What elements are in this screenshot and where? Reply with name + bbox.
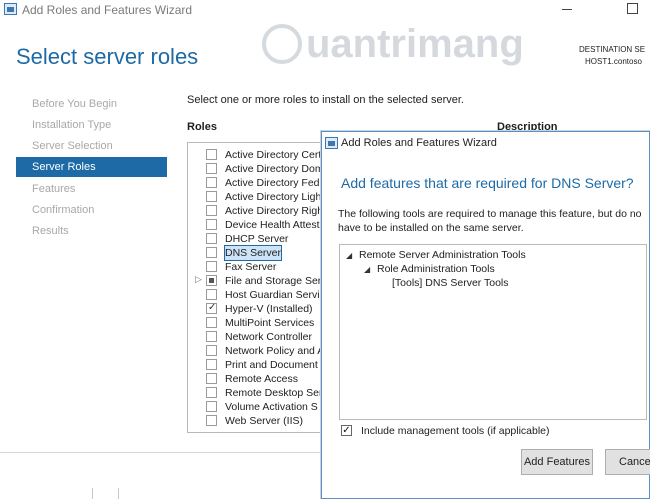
role-checkbox[interactable] <box>206 205 217 216</box>
footer-separator <box>118 488 119 499</box>
role-checkbox[interactable] <box>206 191 217 202</box>
role-item[interactable]: Fax Server <box>188 260 326 274</box>
role-item[interactable]: Web Server (IIS) <box>188 414 326 428</box>
role-item[interactable]: Network Controller <box>188 330 326 344</box>
tree-item-role-admin-tools[interactable]: Role Administration Tools <box>377 263 495 275</box>
role-item[interactable]: Active Directory Righ <box>188 204 326 218</box>
role-checkbox[interactable] <box>206 177 217 188</box>
window-title: Add Roles and Features Wizard <box>22 3 193 17</box>
role-checkbox[interactable] <box>206 359 217 370</box>
role-item[interactable]: Print and Document <box>188 358 326 372</box>
watermark-logo-icon <box>262 24 302 64</box>
role-item[interactable]: Active Directory Dom <box>188 162 326 176</box>
role-label: Active Directory Righ <box>225 205 324 217</box>
role-checkbox[interactable] <box>206 373 217 384</box>
include-management-label[interactable]: Include management tools (if applicable) <box>361 425 550 437</box>
role-label: Device Health Attest <box>225 219 320 231</box>
role-label: Network Policy and A <box>225 345 325 357</box>
role-checkbox[interactable] <box>206 233 217 244</box>
nav-results[interactable]: Results <box>32 225 69 237</box>
wizard-icon <box>4 3 17 15</box>
tree-item-dns-tools[interactable]: [Tools] DNS Server Tools <box>392 277 509 289</box>
role-label: Active Directory Dom <box>225 163 324 175</box>
instruction-text: Select one or more roles to install on t… <box>187 94 464 106</box>
cancel-button[interactable]: Cance <box>605 449 650 475</box>
expand-arrow-icon[interactable]: ▷ <box>195 274 202 285</box>
role-checkbox[interactable] <box>206 247 217 258</box>
dialog-wizard-icon <box>325 137 338 149</box>
tree-item-rsat[interactable]: Remote Server Administration Tools <box>359 249 526 261</box>
nav-confirmation[interactable]: Confirmation <box>32 204 94 216</box>
role-checkbox[interactable] <box>206 401 217 412</box>
role-item[interactable]: Host Guardian Servic <box>188 288 326 302</box>
add-features-button[interactable]: Add Features <box>521 449 593 475</box>
role-item[interactable]: Active Directory Fed <box>188 176 326 190</box>
role-item[interactable]: ✓ Hyper-V (Installed) <box>188 302 326 316</box>
maximize-button[interactable] <box>627 3 638 14</box>
role-label: DNS Server <box>223 245 283 261</box>
role-label: MultiPoint Services <box>225 317 315 329</box>
nav-before-you-begin[interactable]: Before You Begin <box>32 98 117 110</box>
role-item[interactable]: Remote Desktop Ser <box>188 386 326 400</box>
role-checkbox[interactable] <box>206 289 217 300</box>
role-checkbox[interactable] <box>206 345 217 356</box>
roles-header: Roles <box>187 121 217 133</box>
role-label: DHCP Server <box>225 233 289 245</box>
role-checkbox-checked[interactable]: ✓ <box>206 302 217 314</box>
dialog-title: Add Roles and Features Wizard <box>341 137 497 149</box>
dialog-heading: Add features that are required for DNS S… <box>341 175 634 191</box>
role-item[interactable]: ▷ File and Storage Ser <box>188 274 326 288</box>
role-label: Active Directory Cert <box>225 149 322 161</box>
roles-list[interactable]: Active Directory Cert Active Directory D… <box>187 142 327 433</box>
collapse-triangle-icon[interactable]: ◢ <box>346 251 352 260</box>
role-item[interactable]: Active Directory Ligh <box>188 190 326 204</box>
page-title: Select server roles <box>16 44 199 69</box>
role-checkbox[interactable] <box>206 387 217 398</box>
nav-server-roles[interactable]: Server Roles <box>32 161 96 173</box>
role-item[interactable]: Volume Activation S <box>188 400 326 414</box>
dialog-description-line1: The following tools are required to mana… <box>338 208 642 220</box>
role-checkbox[interactable] <box>206 219 217 230</box>
destination-server-host: HOST1.contoso <box>585 57 642 66</box>
role-checkbox[interactable] <box>206 415 217 426</box>
role-checkbox[interactable] <box>206 261 217 272</box>
nav-server-selection[interactable]: Server Selection <box>32 140 113 152</box>
role-checkbox-partial[interactable] <box>206 275 217 286</box>
role-checkbox[interactable] <box>206 149 217 160</box>
role-label: Web Server (IIS) <box>225 415 303 427</box>
destination-server-label: DESTINATION SE <box>579 45 646 54</box>
role-item[interactable]: Remote Access <box>188 372 326 386</box>
minimize-button[interactable] <box>562 9 572 10</box>
role-label: Print and Document <box>225 359 318 371</box>
role-checkbox[interactable] <box>206 317 217 328</box>
role-item[interactable]: MultiPoint Services <box>188 316 326 330</box>
role-item-selected[interactable]: DNS Server <box>188 245 326 261</box>
role-item[interactable]: Device Health Attest <box>188 218 326 232</box>
role-label: Active Directory Fed <box>225 177 320 189</box>
dialog-description-line2: have to be installed on the same server. <box>338 222 524 234</box>
include-management-checkbox[interactable]: ✓ <box>341 425 352 436</box>
role-item[interactable]: DHCP Server <box>188 232 326 246</box>
role-label: Fax Server <box>225 261 277 273</box>
role-label: Hyper-V (Installed) <box>225 303 313 315</box>
nav-installation-type[interactable]: Installation Type <box>32 119 111 131</box>
role-item[interactable]: Network Policy and A <box>188 344 326 358</box>
role-checkbox[interactable] <box>206 331 217 342</box>
role-label: Active Directory Ligh <box>225 191 322 203</box>
role-label: Host Guardian Servic <box>225 289 325 301</box>
footer-divider <box>0 452 320 453</box>
watermark: uantrimang <box>306 22 524 66</box>
role-label: File and Storage Ser <box>225 275 322 287</box>
collapse-triangle-icon[interactable]: ◢ <box>364 265 370 274</box>
role-label: Network Controller <box>225 331 312 343</box>
role-label: Volume Activation S <box>225 401 318 413</box>
role-label: Remote Access <box>225 373 298 385</box>
role-label: Remote Desktop Ser <box>225 387 323 399</box>
role-checkbox[interactable] <box>206 163 217 174</box>
footer-separator <box>92 488 93 499</box>
role-item[interactable]: Active Directory Cert <box>188 148 326 162</box>
nav-features[interactable]: Features <box>32 183 75 195</box>
